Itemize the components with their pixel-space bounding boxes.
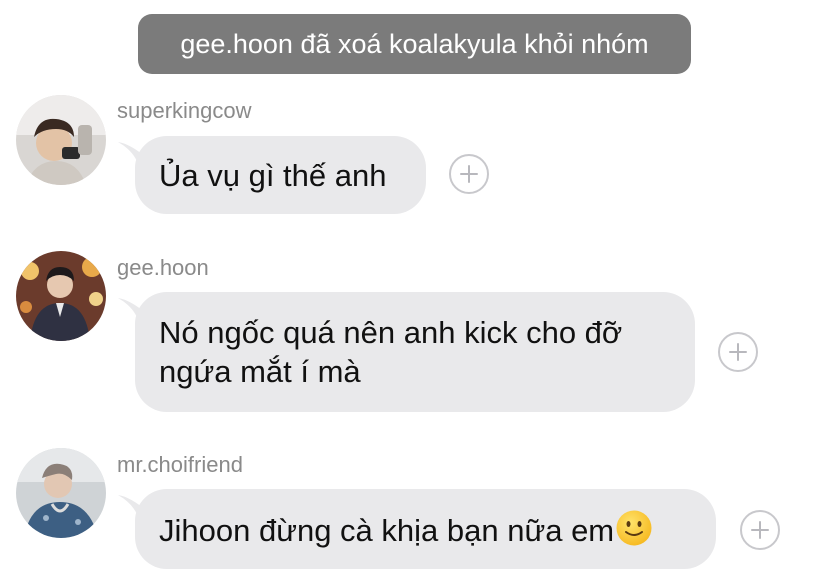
- avatar-photo-icon: [16, 95, 106, 185]
- username-gee-hoon[interactable]: gee.hoon: [117, 255, 209, 281]
- system-message: gee.hoon đã xoá koalakyula khỏi nhóm: [138, 14, 691, 74]
- avatar-photo-icon: [16, 448, 106, 538]
- slightly-smiling-face-icon: [616, 510, 652, 545]
- message-text: Ủa vụ gì thế anh: [159, 157, 387, 193]
- add-reaction-icon: [729, 343, 747, 361]
- message-bubble[interactable]: Nó ngốc quá nên anh kick cho đỡ ngứa mắt…: [135, 292, 695, 412]
- message-text: Jihoon đừng cà khịa bạn nữa em: [159, 509, 653, 550]
- message-bubble[interactable]: Jihoon đừng cà khịa bạn nữa em: [135, 489, 716, 569]
- message-text: Nó ngốc quá nên anh kick cho đỡ ngứa mắt…: [159, 313, 622, 391]
- add-reaction-button[interactable]: [740, 510, 780, 550]
- avatar-photo-icon: [16, 251, 106, 341]
- avatar-superkingcow[interactable]: [16, 95, 106, 185]
- system-message-text: gee.hoon đã xoá koalakyula khỏi nhóm: [180, 28, 649, 59]
- message-text-content: Jihoon đừng cà khịa bạn nữa em: [159, 512, 615, 548]
- avatar-mr-choifriend[interactable]: [16, 448, 106, 538]
- avatar-gee-hoon[interactable]: [16, 251, 106, 341]
- message-bubble[interactable]: Ủa vụ gì thế anh: [135, 136, 426, 214]
- add-reaction-button[interactable]: [449, 154, 489, 194]
- username-mr-choifriend[interactable]: mr.choifriend: [117, 452, 243, 478]
- add-reaction-icon: [751, 521, 769, 539]
- message-text-line: Nó ngốc quá nên anh kick cho đỡ: [159, 315, 623, 350]
- username-superkingcow[interactable]: superkingcow: [117, 98, 252, 124]
- add-reaction-icon: [460, 165, 478, 183]
- add-reaction-button[interactable]: [718, 332, 758, 372]
- message-text-line: ngứa mắt í mà: [159, 354, 361, 389]
